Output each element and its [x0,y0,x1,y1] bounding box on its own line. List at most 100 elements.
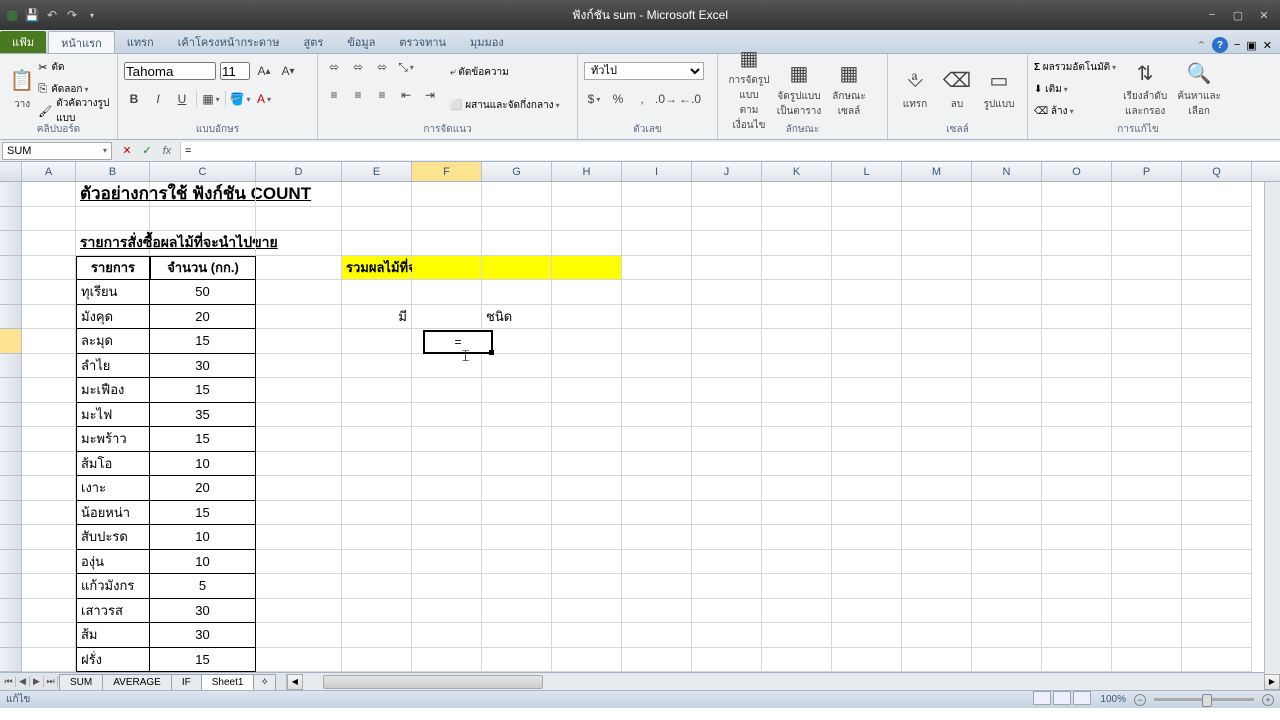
row-header[interactable] [0,182,22,207]
cell[interactable] [832,378,902,403]
cell[interactable] [1042,256,1112,281]
cell[interactable] [762,648,832,673]
cell[interactable] [902,378,972,403]
cell[interactable] [762,207,832,232]
format-cells-button[interactable]: ▭รูปแบบ [978,56,1020,122]
review-tab[interactable]: ตรวจทาน [387,31,458,53]
increase-decimal-icon[interactable]: .0→ [656,89,676,109]
cell[interactable] [902,599,972,624]
row-header[interactable] [0,354,22,379]
select-all-corner[interactable] [0,162,22,181]
cell[interactable] [256,525,342,550]
cell[interactable] [762,354,832,379]
cell[interactable] [1042,574,1112,599]
cell[interactable] [692,280,762,305]
sheet-tab[interactable]: IF [171,674,202,690]
cell[interactable] [1112,501,1182,526]
cell[interactable] [692,574,762,599]
hscroll-right-icon[interactable]: ▶ [1264,674,1280,690]
redo-icon[interactable]: ↷ [64,7,80,23]
cell[interactable] [342,525,412,550]
cell[interactable]: 15 [150,648,256,673]
cell[interactable] [622,354,692,379]
cell[interactable] [76,207,150,232]
cell[interactable] [1042,550,1112,575]
cell[interactable] [256,280,342,305]
cell[interactable] [832,231,902,256]
cell[interactable] [482,525,552,550]
cell[interactable] [1112,378,1182,403]
name-box[interactable]: SUM [2,142,112,160]
row-header[interactable] [0,550,22,575]
font-color-button[interactable]: A [254,89,274,109]
cell[interactable]: รายการสั่งซื้อผลไม้ที่จะนำไปขาย [76,231,150,256]
row-header[interactable] [0,476,22,501]
cell[interactable]: ส้มโอ [76,452,150,477]
cell[interactable] [762,182,832,207]
cell[interactable] [22,329,76,354]
cell[interactable]: ลำไย [76,354,150,379]
sort-filter-button[interactable]: ⇅เรียงลำดับ และกรอง [1120,56,1170,122]
cell[interactable] [342,427,412,452]
cell[interactable] [832,550,902,575]
cell[interactable] [832,427,902,452]
cell[interactable]: 20 [150,305,256,330]
cell[interactable] [622,280,692,305]
window-restore-icon[interactable]: ▣ [1246,39,1256,52]
cell[interactable] [622,329,692,354]
cell[interactable] [762,378,832,403]
cell[interactable] [22,354,76,379]
cell[interactable] [972,280,1042,305]
cell[interactable] [1112,574,1182,599]
cell[interactable] [256,476,342,501]
page-layout-tab[interactable]: เค้าโครงหน้ากระดาษ [166,31,292,53]
cell[interactable] [552,574,622,599]
cell[interactable] [1112,231,1182,256]
autosum-button[interactable]: Σ ผลรวมอัตโนมัติ [1034,60,1116,75]
row-header[interactable] [0,207,22,232]
cell[interactable] [256,231,342,256]
percent-icon[interactable]: % [608,89,628,109]
font-size-select[interactable] [220,62,250,80]
cell[interactable] [902,403,972,428]
cell[interactable] [552,329,622,354]
cell[interactable] [342,599,412,624]
cell[interactable] [412,476,482,501]
cell[interactable] [482,207,552,232]
cell[interactable] [412,427,482,452]
cell[interactable] [762,427,832,452]
align-top-icon[interactable]: ⬄ [324,57,344,77]
cell[interactable] [902,280,972,305]
cell[interactable] [1042,329,1112,354]
cell[interactable] [622,476,692,501]
cell[interactable] [692,648,762,673]
cell[interactable] [622,256,692,281]
col-header[interactable]: Q [1182,162,1252,181]
row-header[interactable] [0,501,22,526]
cell[interactable] [692,378,762,403]
cell[interactable] [622,550,692,575]
align-middle-icon[interactable]: ⬄ [348,57,368,77]
hscroll-thumb[interactable] [323,675,543,689]
qat-dropdown-icon[interactable]: ▾ [84,7,100,23]
copy-label[interactable]: คัดลอก [51,82,88,97]
cell[interactable] [1112,525,1182,550]
cell[interactable] [972,354,1042,379]
cell[interactable] [1042,354,1112,379]
cell[interactable] [972,256,1042,281]
align-right-icon[interactable]: ≡ [372,85,392,105]
cell[interactable] [1182,329,1252,354]
cell[interactable] [972,231,1042,256]
col-header[interactable]: L [832,162,902,181]
cell[interactable] [1042,207,1112,232]
cell[interactable] [1112,256,1182,281]
cell[interactable] [692,623,762,648]
cell[interactable] [692,599,762,624]
cell[interactable] [972,599,1042,624]
zoom-in-button[interactable]: + [1262,694,1274,706]
cell[interactable] [552,599,622,624]
cell[interactable] [342,280,412,305]
cell[interactable] [482,231,552,256]
cell[interactable] [412,280,482,305]
sheet-nav-last-icon[interactable]: ⏭ [44,676,58,687]
